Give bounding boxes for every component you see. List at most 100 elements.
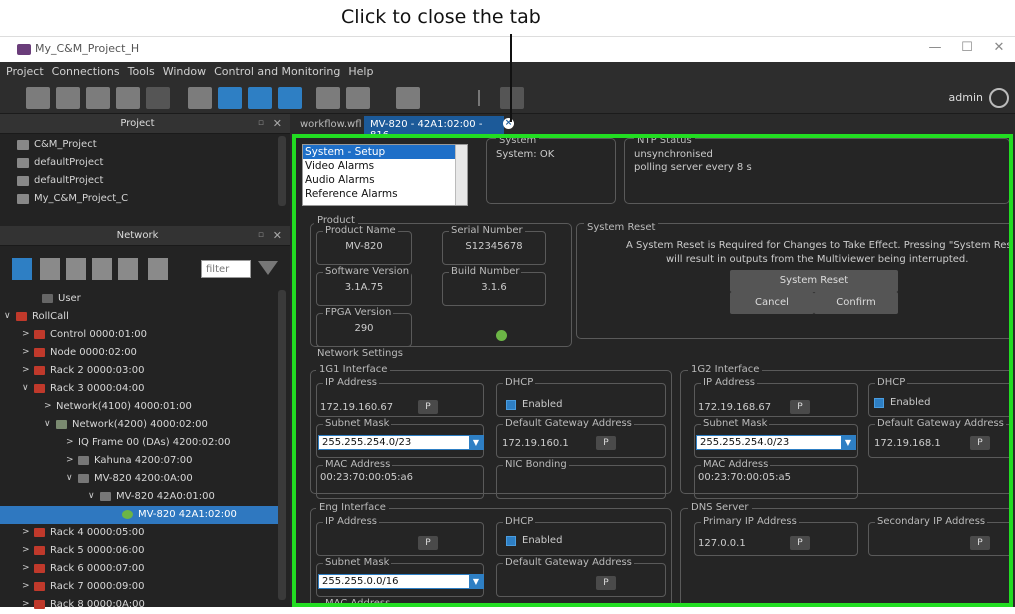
confirm-button[interactable]: Confirm [814, 292, 898, 314]
network-view-icon[interactable] [12, 258, 32, 280]
chevron-right-icon[interactable]: > [22, 365, 30, 375]
filter-input[interactable] [201, 260, 251, 278]
home-icon[interactable] [500, 87, 524, 109]
chevron-down-icon[interactable]: ▼ [841, 436, 855, 449]
chevron-right-icon[interactable]: > [66, 437, 74, 447]
open-project-icon[interactable] [56, 87, 80, 109]
tree-view-icon[interactable] [40, 258, 60, 280]
tree-node[interactable]: User [0, 290, 278, 308]
tab-workflow[interactable]: workflow.wfl [294, 116, 368, 134]
page-item-video-alarms[interactable]: Video Alarms [303, 159, 467, 173]
list-view-icon[interactable] [66, 258, 86, 280]
disabled-icon[interactable] [146, 87, 170, 109]
layout-icon[interactable] [188, 87, 212, 109]
eng-gateway-apply-button[interactable]: P [596, 576, 616, 590]
undock-icon[interactable]: ▫ [258, 230, 264, 240]
menu-connections[interactable]: Connections [48, 62, 124, 78]
minimize-button[interactable]: — [920, 40, 950, 55]
tree-node[interactable]: ∨ Network(4200) 4000:02:00 [0, 416, 278, 434]
dns-primary-value[interactable]: 127.0.0.1 [698, 538, 746, 549]
eng-subnet-mask-select[interactable]: 255.255.0.0/16 ▼ [318, 574, 484, 589]
tree-node[interactable]: > Rack 7 0000:09:00 [0, 578, 278, 596]
new-project-icon[interactable] [26, 87, 50, 109]
chevron-right-icon[interactable]: > [22, 545, 30, 555]
chevron-right-icon[interactable]: > [22, 599, 30, 609]
if2-ip-value[interactable]: 172.19.168.67 [698, 402, 771, 413]
chevron-down-icon[interactable]: ∨ [66, 473, 73, 483]
project-item[interactable]: defaultProject [0, 172, 278, 190]
chevron-right-icon[interactable]: > [22, 527, 30, 537]
tree-node[interactable]: ∨ MV-820 42A0:01:00 [0, 488, 278, 506]
close-tab-icon[interactable]: × [503, 118, 514, 129]
chevron-right-icon[interactable]: > [22, 347, 30, 357]
tree-node[interactable]: > IQ Frame 00 (DAs) 4200:02:00 [0, 434, 278, 452]
details-icon[interactable] [148, 258, 168, 280]
if2-gateway-apply-button[interactable]: P [970, 436, 990, 450]
if2-dhcp-checkbox[interactable] [874, 398, 884, 408]
eng-ip-apply-button[interactable]: P [418, 536, 438, 550]
page-item-reference-alarms[interactable]: Reference Alarms [303, 187, 467, 201]
menu-window[interactable]: Window [159, 62, 210, 78]
tree-node[interactable]: > Rack 5 0000:06:00 [0, 542, 278, 560]
page-item-system-setup[interactable]: System - Setup [303, 145, 467, 159]
project-item[interactable]: C&M_Project [0, 136, 278, 154]
tree-node[interactable]: > Rack 2 0000:03:00 [0, 362, 278, 380]
dns-secondary-apply-button[interactable]: P [970, 536, 990, 550]
system-reset-button[interactable]: System Reset [730, 270, 898, 292]
if1-gateway-value[interactable]: 172.19.160.1 [502, 438, 569, 449]
project-scrollbar[interactable] [278, 136, 286, 206]
if1-gateway-apply-button[interactable]: P [596, 436, 616, 450]
if1-ip-apply-button[interactable]: P [418, 400, 438, 414]
page-list[interactable]: System - Setup Video Alarms Audio Alarms… [302, 144, 468, 206]
tab-mv-820[interactable]: MV-820 - 42A1:02:00 - 816 [364, 116, 504, 141]
tree-node[interactable]: MV-820 42A1:02:00 [0, 506, 278, 524]
menu-control-and-monitoring[interactable]: Control and Monitoring [210, 62, 344, 78]
if1-dhcp-checkbox[interactable] [506, 400, 516, 410]
tree-node[interactable]: ∨ Rack 3 0000:04:00 [0, 380, 278, 398]
page-item-audio-alarms[interactable]: Audio Alarms [303, 173, 467, 187]
chevron-down-icon[interactable]: ∨ [88, 491, 95, 501]
if2-ip-apply-button[interactable]: P [790, 400, 810, 414]
collapse-all-icon[interactable] [118, 258, 138, 280]
tree-node[interactable]: > Rack 8 0000:0A:00 [0, 596, 278, 614]
close-pane-icon[interactable]: ✕ [273, 117, 282, 130]
network-scrollbar[interactable] [278, 290, 286, 600]
menu-tools[interactable]: Tools [124, 62, 159, 78]
project-item[interactable]: My_C&M_Project_C [0, 190, 278, 208]
dns-primary-apply-button[interactable]: P [790, 536, 810, 550]
chevron-right-icon[interactable]: > [22, 563, 30, 573]
cancel-button[interactable]: Cancel [730, 292, 814, 314]
maximize-button[interactable]: ☐ [952, 40, 982, 55]
tree-node[interactable]: ∨ MV-820 4200:0A:00 [0, 470, 278, 488]
close-window-button[interactable]: ✕ [984, 40, 1014, 55]
user-icon[interactable] [989, 88, 1009, 108]
tree-node[interactable]: > Control 0000:01:00 [0, 326, 278, 344]
import-project-icon[interactable] [86, 87, 110, 109]
chevron-down-icon[interactable]: ▼ [469, 575, 483, 588]
chevron-right-icon[interactable]: > [22, 581, 30, 591]
if2-subnet-mask-select[interactable]: 255.255.254.0/23 ▼ [696, 435, 856, 450]
device-icon[interactable] [218, 87, 242, 109]
chevron-down-icon[interactable]: ∨ [22, 383, 29, 393]
tree-node[interactable]: > Rack 6 0000:07:00 [0, 560, 278, 578]
undock-icon[interactable]: ▫ [258, 118, 264, 128]
menu-project[interactable]: Project [2, 62, 48, 78]
network-icon[interactable] [248, 87, 272, 109]
chevron-right-icon[interactable]: > [22, 329, 30, 339]
if1-subnet-mask-select[interactable]: 255.255.254.0/23 ▼ [318, 435, 484, 450]
page-list-scrollbar[interactable] [455, 145, 467, 205]
if2-gateway-value[interactable]: 172.19.168.1 [874, 438, 941, 449]
chevron-down-icon[interactable]: ▼ [469, 436, 483, 449]
tree-node[interactable]: > Node 0000:02:00 [0, 344, 278, 362]
expand-all-icon[interactable] [92, 258, 112, 280]
save-icon[interactable] [116, 87, 140, 109]
connections-icon[interactable] [278, 87, 302, 109]
chevron-right-icon[interactable]: > [44, 401, 52, 411]
project-item[interactable]: defaultProject [0, 154, 278, 172]
if1-ip-value[interactable]: 172.19.160.67 [320, 402, 393, 413]
chevron-down-icon[interactable]: ∨ [44, 419, 51, 429]
gear-icon[interactable] [396, 87, 420, 109]
filter-icon[interactable] [258, 261, 278, 275]
lock-icon[interactable] [316, 87, 340, 109]
eng-dhcp-checkbox[interactable] [506, 536, 516, 546]
